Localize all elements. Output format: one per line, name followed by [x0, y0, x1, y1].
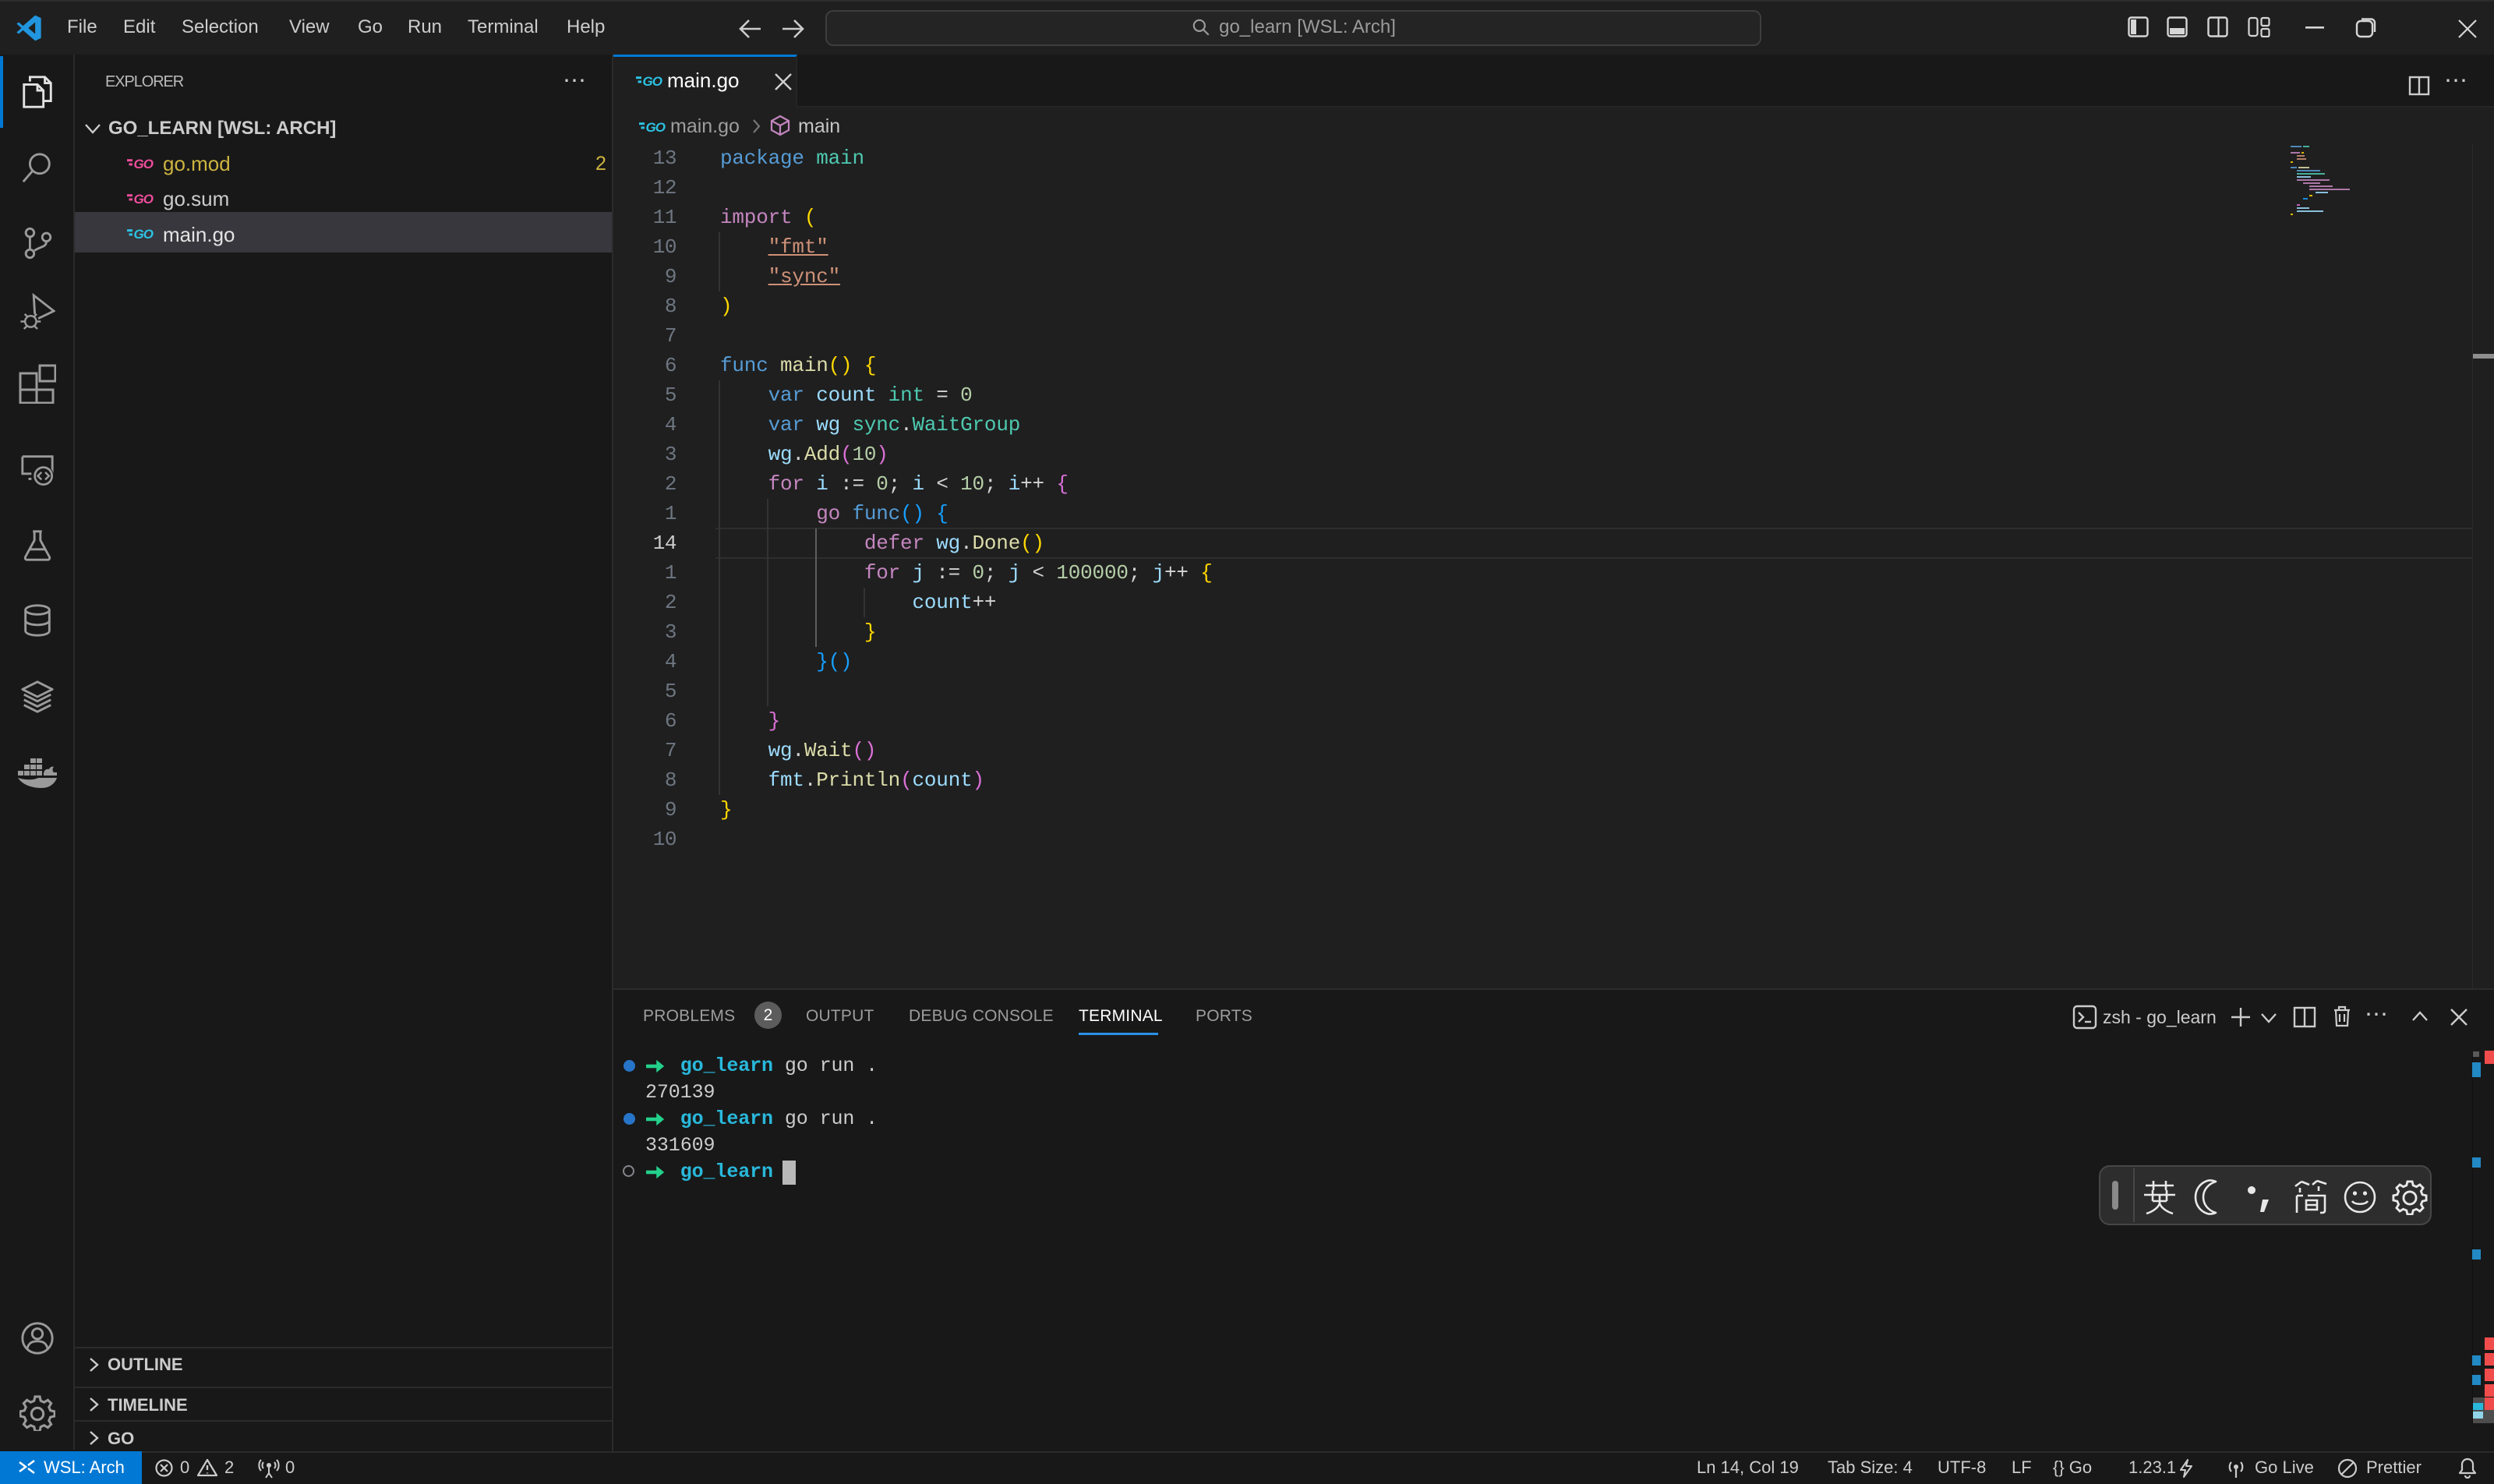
svg-text:GO: GO [134, 192, 154, 207]
svg-text:GO: GO [643, 74, 662, 89]
svg-text:GO: GO [134, 157, 154, 171]
svg-text:GO: GO [646, 120, 666, 135]
svg-text:GO: GO [134, 227, 154, 242]
